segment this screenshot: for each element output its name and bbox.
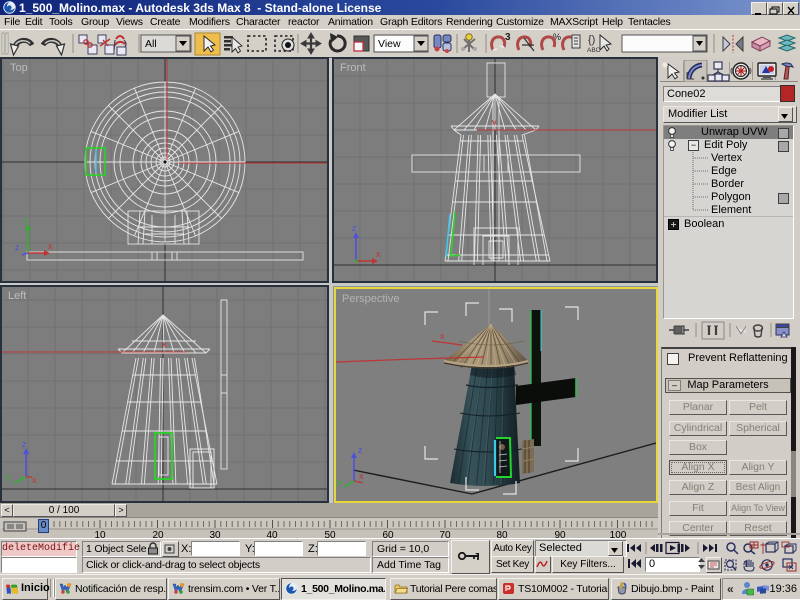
svg-text:x: x [48, 241, 53, 251]
svg-text:%: % [553, 32, 561, 42]
svg-text:x: x [440, 331, 445, 341]
svg-text:z: z [352, 223, 357, 233]
svg-text:Top: Top [10, 62, 28, 74]
svg-text:Left: Left [8, 290, 26, 302]
svg-text:y: y [337, 477, 342, 487]
svg-text:3: 3 [505, 32, 511, 43]
svg-text:x: x [162, 339, 167, 349]
svg-text:z: z [22, 439, 27, 449]
svg-text:z: z [358, 445, 363, 455]
svg-text:All: All [145, 38, 157, 50]
svg-text:Front: Front [340, 62, 366, 74]
svg-text:y: y [6, 472, 11, 482]
svg-text:x: x [376, 249, 381, 259]
svg-text:Perspective: Perspective [342, 293, 399, 305]
svg-text:y: y [24, 215, 29, 225]
svg-text:x: x [359, 471, 364, 481]
svg-text:z: z [15, 242, 20, 252]
svg-text:{): {) [588, 34, 595, 46]
svg-text:View: View [378, 38, 401, 50]
svg-text:x: x [32, 475, 37, 485]
svg-text:v: v [492, 117, 497, 127]
svg-text:ABC: ABC [587, 47, 601, 54]
